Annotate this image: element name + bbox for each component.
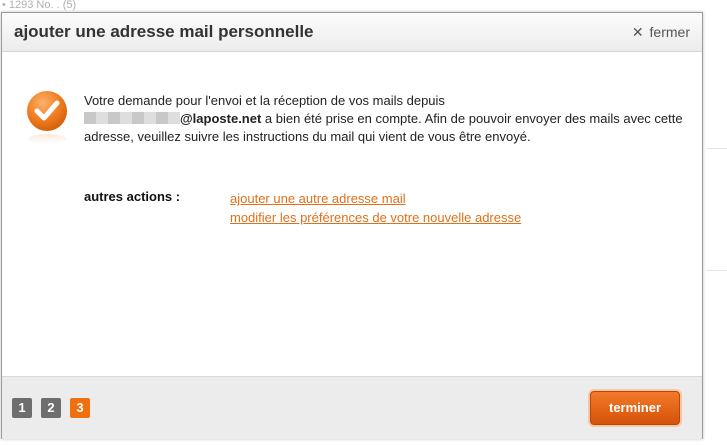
success-check-icon <box>27 91 67 131</box>
dialog-footer: 1 2 3 terminer <box>2 376 702 439</box>
add-email-dialog: ajouter une adresse mail personnelle ✕ f… <box>1 12 703 439</box>
close-button[interactable]: ✕ fermer <box>632 24 690 40</box>
confirmation-message: Votre demande pour l'envoi et la récepti… <box>84 92 684 146</box>
icon-reflection <box>28 134 66 144</box>
modify-preferences-link[interactable]: modifier les préférences de votre nouvel… <box>230 208 521 227</box>
message-line1: Votre demande pour l'envoi et la récepti… <box>84 93 445 108</box>
step-3: 3 <box>70 398 90 418</box>
other-actions-label: autres actions : <box>84 189 181 204</box>
add-another-email-link[interactable]: ajouter une autre adresse mail <box>230 189 521 208</box>
redacted-email-user <box>84 112 180 124</box>
close-label[interactable]: fermer <box>650 24 690 40</box>
dialog-header: ajouter une adresse mail personnelle ✕ f… <box>2 13 702 52</box>
finish-button[interactable]: terminer <box>590 391 680 425</box>
dialog-title: ajouter une adresse mail personnelle <box>14 22 314 41</box>
dialog-body: Votre demande pour l'envoi et la récepti… <box>2 52 702 376</box>
background-page-edge <box>703 0 727 445</box>
other-actions-list: ajouter une autre adresse mail modifier … <box>230 189 521 227</box>
background-divider <box>706 148 727 149</box>
step-indicator: 1 2 3 <box>12 398 99 418</box>
step-1: 1 <box>12 398 32 418</box>
step-2: 2 <box>41 398 61 418</box>
close-icon[interactable]: ✕ <box>632 25 644 39</box>
email-domain: @laposte.net <box>180 111 262 126</box>
background-divider <box>706 270 727 271</box>
background-page-text: • 1293 No. . (5) <box>2 0 77 11</box>
